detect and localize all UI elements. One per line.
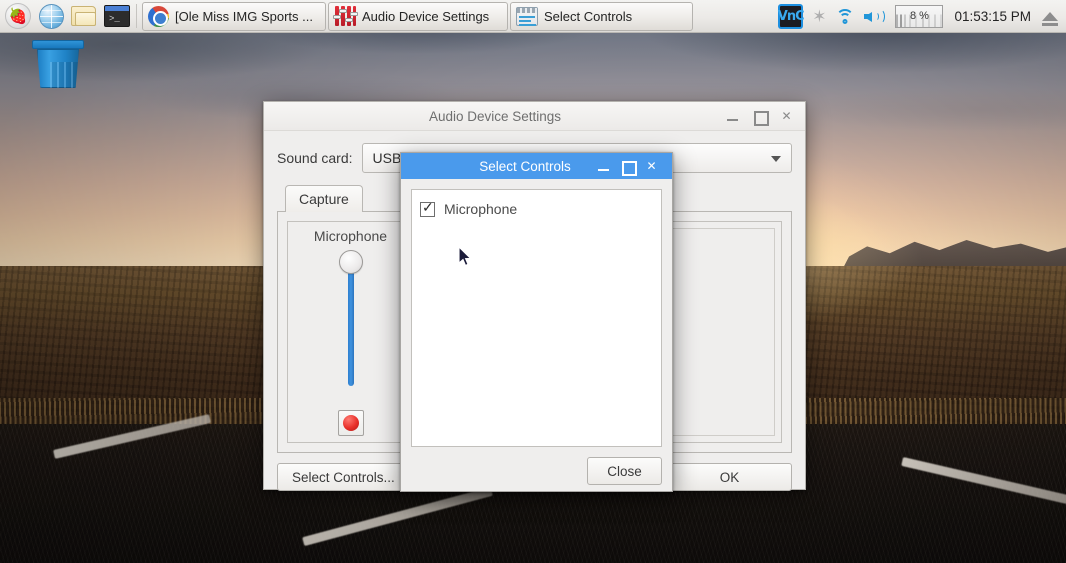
taskbar-separator <box>136 4 137 28</box>
microphone-record-toggle[interactable] <box>337 410 364 436</box>
record-led-icon <box>342 415 359 431</box>
audio-dialog-title: Audio Device Settings <box>428 108 562 124</box>
close-icon[interactable]: ✕ <box>645 160 658 173</box>
select-dialog-title: Select Controls <box>479 158 571 174</box>
eject-icon[interactable] <box>1042 11 1058 26</box>
taskbar-window-select-controls[interactable]: Select Controls <box>510 1 693 31</box>
taskbar-window-label: Select Controls <box>544 8 633 24</box>
ok-button[interactable]: OK <box>667 463 792 491</box>
select-controls-window: Select Controls ✕ Microphone Close <box>400 152 673 492</box>
volume-icon[interactable] <box>864 8 886 25</box>
folder-icon <box>71 5 97 27</box>
slider-thumb[interactable] <box>338 250 363 274</box>
terminal-prompt-glyph: >_ <box>109 14 120 24</box>
taskbar-window-chromium[interactable]: [Ole Miss IMG Sports ... <box>142 1 326 31</box>
launcher-web-browser[interactable] <box>37 2 65 30</box>
chevron-down-icon <box>771 156 781 162</box>
slider-track <box>347 263 354 386</box>
control-label: Microphone <box>313 228 388 244</box>
controls-listbox[interactable]: Microphone <box>411 189 662 447</box>
close-button[interactable]: Close <box>587 457 662 485</box>
close-icon[interactable]: ✕ <box>780 110 793 123</box>
maximize-icon[interactable] <box>753 110 769 126</box>
taskbar-window-list: [Ole Miss IMG Sports ... Audio Device Se… <box>142 1 693 31</box>
launcher-raspberry-menu[interactable]: 🍓 <box>4 2 32 30</box>
taskbar-launchers: 🍓 >_ <box>0 2 131 30</box>
wifi-icon[interactable] <box>835 8 855 25</box>
list-item-label: Microphone <box>444 201 518 217</box>
select-dialog-footer: Close <box>401 447 672 495</box>
globe-icon <box>38 3 64 29</box>
cpu-usage-value: 8 % <box>909 10 929 22</box>
raspberry-glyph: 🍓 <box>8 7 28 25</box>
sliders-icon <box>516 6 538 26</box>
select-dialog-titlebar[interactable]: Select Controls ✕ <box>401 153 672 179</box>
chromium-icon <box>148 5 169 27</box>
sound-card-label: Sound card: <box>277 150 353 166</box>
terminal-icon: >_ <box>104 5 130 27</box>
vnc-icon[interactable]: VnC <box>777 3 805 29</box>
trash-lid-icon <box>32 40 84 49</box>
launcher-file-manager[interactable] <box>70 2 98 30</box>
select-dialog-body: Microphone <box>401 179 672 447</box>
select-controls-button[interactable]: Select Controls... <box>277 463 410 491</box>
maximize-icon[interactable] <box>621 160 637 176</box>
bluetooth-glyph: ✶ <box>812 6 827 26</box>
list-item[interactable]: Microphone <box>420 198 653 220</box>
taskbar: 🍓 >_ [Ole Miss IMG Sports ... Audio Devi… <box>0 0 1066 33</box>
cpu-usage-monitor[interactable]: 8 % <box>895 4 944 28</box>
clock[interactable]: 01:53:15 PM <box>952 9 1033 24</box>
audio-dialog-titlebar[interactable]: Audio Device Settings ✕ <box>264 102 805 131</box>
control-microphone: Microphone <box>287 221 414 443</box>
minimize-icon[interactable] <box>726 110 739 123</box>
trash-ribs-icon <box>50 62 79 88</box>
microphone-volume-slider[interactable] <box>294 250 407 410</box>
bluetooth-icon[interactable]: ✶ <box>812 8 826 25</box>
audio-dialog-titlebar-buttons: ✕ <box>726 110 805 126</box>
tab-capture[interactable]: Capture <box>285 185 363 212</box>
trash-body-icon <box>37 49 79 88</box>
checkbox-checked-icon[interactable] <box>420 200 435 217</box>
audio-mixer-icon <box>333 6 358 26</box>
select-dialog-titlebar-buttons: ✕ <box>597 160 666 176</box>
taskbar-window-audio-device-settings[interactable]: Audio Device Settings <box>328 1 508 31</box>
taskbar-window-label: [Ole Miss IMG Sports ... <box>175 8 313 24</box>
taskbar-window-label: Audio Device Settings <box>362 8 490 24</box>
taskbar-system-tray: VnC ✶ 8 % 01:53:15 PM <box>777 3 1066 29</box>
vnc-label: VnC <box>777 8 805 24</box>
launcher-terminal[interactable]: >_ <box>103 2 131 30</box>
desktop-icon-trash[interactable] <box>30 40 86 96</box>
minimize-icon[interactable] <box>597 160 610 173</box>
raspberry-icon: 🍓 <box>5 3 31 29</box>
